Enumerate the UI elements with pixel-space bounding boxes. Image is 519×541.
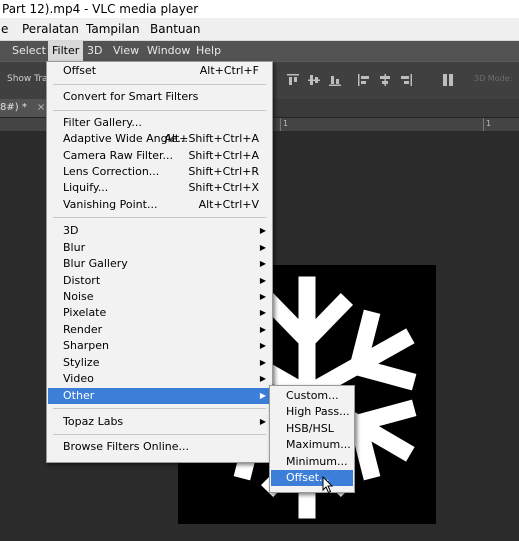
- submenu-arrow-icon: ▶: [259, 325, 266, 334]
- menu-separator: [53, 408, 266, 409]
- menu-item-blur-gallery[interactable]: Blur Gallery ▶: [48, 256, 271, 272]
- mouse-cursor-icon: [322, 475, 334, 497]
- align-vcenter-icon[interactable]: [308, 74, 320, 86]
- menu-item-lens-correction[interactable]: Lens Correction... Shift+Ctrl+R: [48, 164, 271, 180]
- submenu-arrow-icon: ▶: [259, 308, 266, 317]
- doc-tab[interactable]: 8#) * ×: [0, 99, 52, 117]
- menu-item-browse-filters-online[interactable]: Browse Filters Online...: [48, 439, 271, 455]
- submenu-arrow-icon: ▶: [259, 276, 266, 285]
- menu-item-blur[interactable]: Blur ▶: [48, 240, 271, 256]
- menu-separator: [53, 110, 266, 111]
- menu-item-vanishing-point[interactable]: Vanishing Point... Alt+Ctrl+V: [48, 197, 271, 213]
- distribute-icon[interactable]: [442, 74, 454, 86]
- menu-separator: [53, 434, 266, 435]
- menu-select[interactable]: Select: [8, 41, 50, 61]
- submenu-arrow-icon: ▶: [259, 391, 266, 400]
- vlc-menu-view[interactable]: Tampilan: [86, 18, 140, 40]
- menu-item-adaptive-wide-angle[interactable]: Adaptive Wide Angle... Alt+Shift+Ctrl+A: [48, 131, 271, 147]
- align-right-icon[interactable]: [400, 74, 412, 86]
- menu-filter[interactable]: Filter: [48, 41, 84, 61]
- align-hcenter-icon[interactable]: [379, 74, 391, 86]
- vlc-menubar: e Peralatan Tampilan Bantuan: [0, 18, 519, 41]
- vlc-menu-help[interactable]: Bantuan: [150, 18, 200, 40]
- window-title: Part 12).mp4 - VLC media player: [0, 0, 519, 18]
- menu-item-filter-gallery[interactable]: Filter Gallery...: [48, 115, 271, 131]
- doc-tab-title: 8#) *: [0, 102, 27, 113]
- vlc-menu-media[interactable]: e: [1, 18, 8, 40]
- menu-3d[interactable]: 3D: [83, 41, 106, 61]
- filter-menu: Offset Alt+Ctrl+F Convert for Smart Filte…: [46, 61, 273, 463]
- submenu-arrow-icon: ▶: [259, 243, 266, 252]
- other-submenu: Custom... High Pass... HSB/HSL Maximum..…: [269, 385, 355, 493]
- vlc-menu-tools[interactable]: Peralatan: [22, 18, 79, 40]
- menu-item-video[interactable]: Video ▶: [48, 371, 271, 387]
- menu-separator: [53, 217, 266, 218]
- submenu-arrow-icon: ▶: [259, 292, 266, 301]
- submenu-arrow-icon: ▶: [259, 374, 266, 383]
- align-bottom-icon[interactable]: [329, 74, 341, 86]
- menu-separator: [53, 84, 266, 85]
- submenu-item-custom[interactable]: Custom...: [271, 388, 353, 404]
- menu-item-convert-smart-filters[interactable]: Convert for Smart Filters: [48, 89, 271, 105]
- submenu-arrow-icon: ▶: [259, 358, 266, 367]
- ps-menubar: Select Filter 3D View Window Help: [0, 41, 519, 61]
- submenu-arrow-icon: ▶: [259, 341, 266, 350]
- menu-item-distort[interactable]: Distort ▶: [48, 273, 271, 289]
- menu-help[interactable]: Help: [192, 41, 225, 61]
- submenu-item-offset[interactable]: Offset...: [271, 470, 353, 486]
- menu-item-noise[interactable]: Noise ▶: [48, 289, 271, 305]
- ruler-label: 1: [486, 119, 492, 128]
- submenu-item-maximum[interactable]: Maximum...: [271, 437, 353, 453]
- menu-item-3d[interactable]: 3D ▶: [48, 223, 271, 239]
- align-left-icon[interactable]: [358, 74, 370, 86]
- ruler-label: 1: [283, 119, 289, 128]
- ruler-tick: [483, 118, 484, 131]
- menu-item-camera-raw[interactable]: Camera Raw Filter... Shift+Ctrl+A: [48, 148, 271, 164]
- menu-item-liquify[interactable]: Liquify... Shift+Ctrl+X: [48, 180, 271, 196]
- menu-view[interactable]: View: [109, 41, 143, 61]
- menu-window[interactable]: Window: [143, 41, 194, 61]
- submenu-item-high-pass[interactable]: High Pass...: [271, 404, 353, 420]
- menu-item-offset[interactable]: Offset Alt+Ctrl+F: [48, 63, 271, 79]
- ruler-tick: [280, 118, 281, 131]
- submenu-item-minimum[interactable]: Minimum...: [271, 454, 353, 470]
- submenu-arrow-icon: ▶: [259, 417, 266, 426]
- submenu-arrow-icon: ▶: [259, 226, 266, 235]
- close-icon[interactable]: ×: [37, 102, 45, 113]
- menu-item-stylize[interactable]: Stylize ▶: [48, 355, 271, 371]
- menu-item-render[interactable]: Render ▶: [48, 322, 271, 338]
- 3d-mode-label: 3D Mode:: [474, 74, 513, 83]
- menu-item-topaz-labs[interactable]: Topaz Labs ▶: [48, 414, 271, 430]
- menu-item-sharpen[interactable]: Sharpen ▶: [48, 338, 271, 354]
- submenu-arrow-icon: ▶: [259, 259, 266, 268]
- menu-item-other[interactable]: Other ▶: [48, 388, 271, 404]
- menu-item-pixelate[interactable]: Pixelate ▶: [48, 305, 271, 321]
- submenu-item-hsb-hsl[interactable]: HSB/HSL: [271, 421, 353, 437]
- align-top-icon[interactable]: [287, 74, 299, 86]
